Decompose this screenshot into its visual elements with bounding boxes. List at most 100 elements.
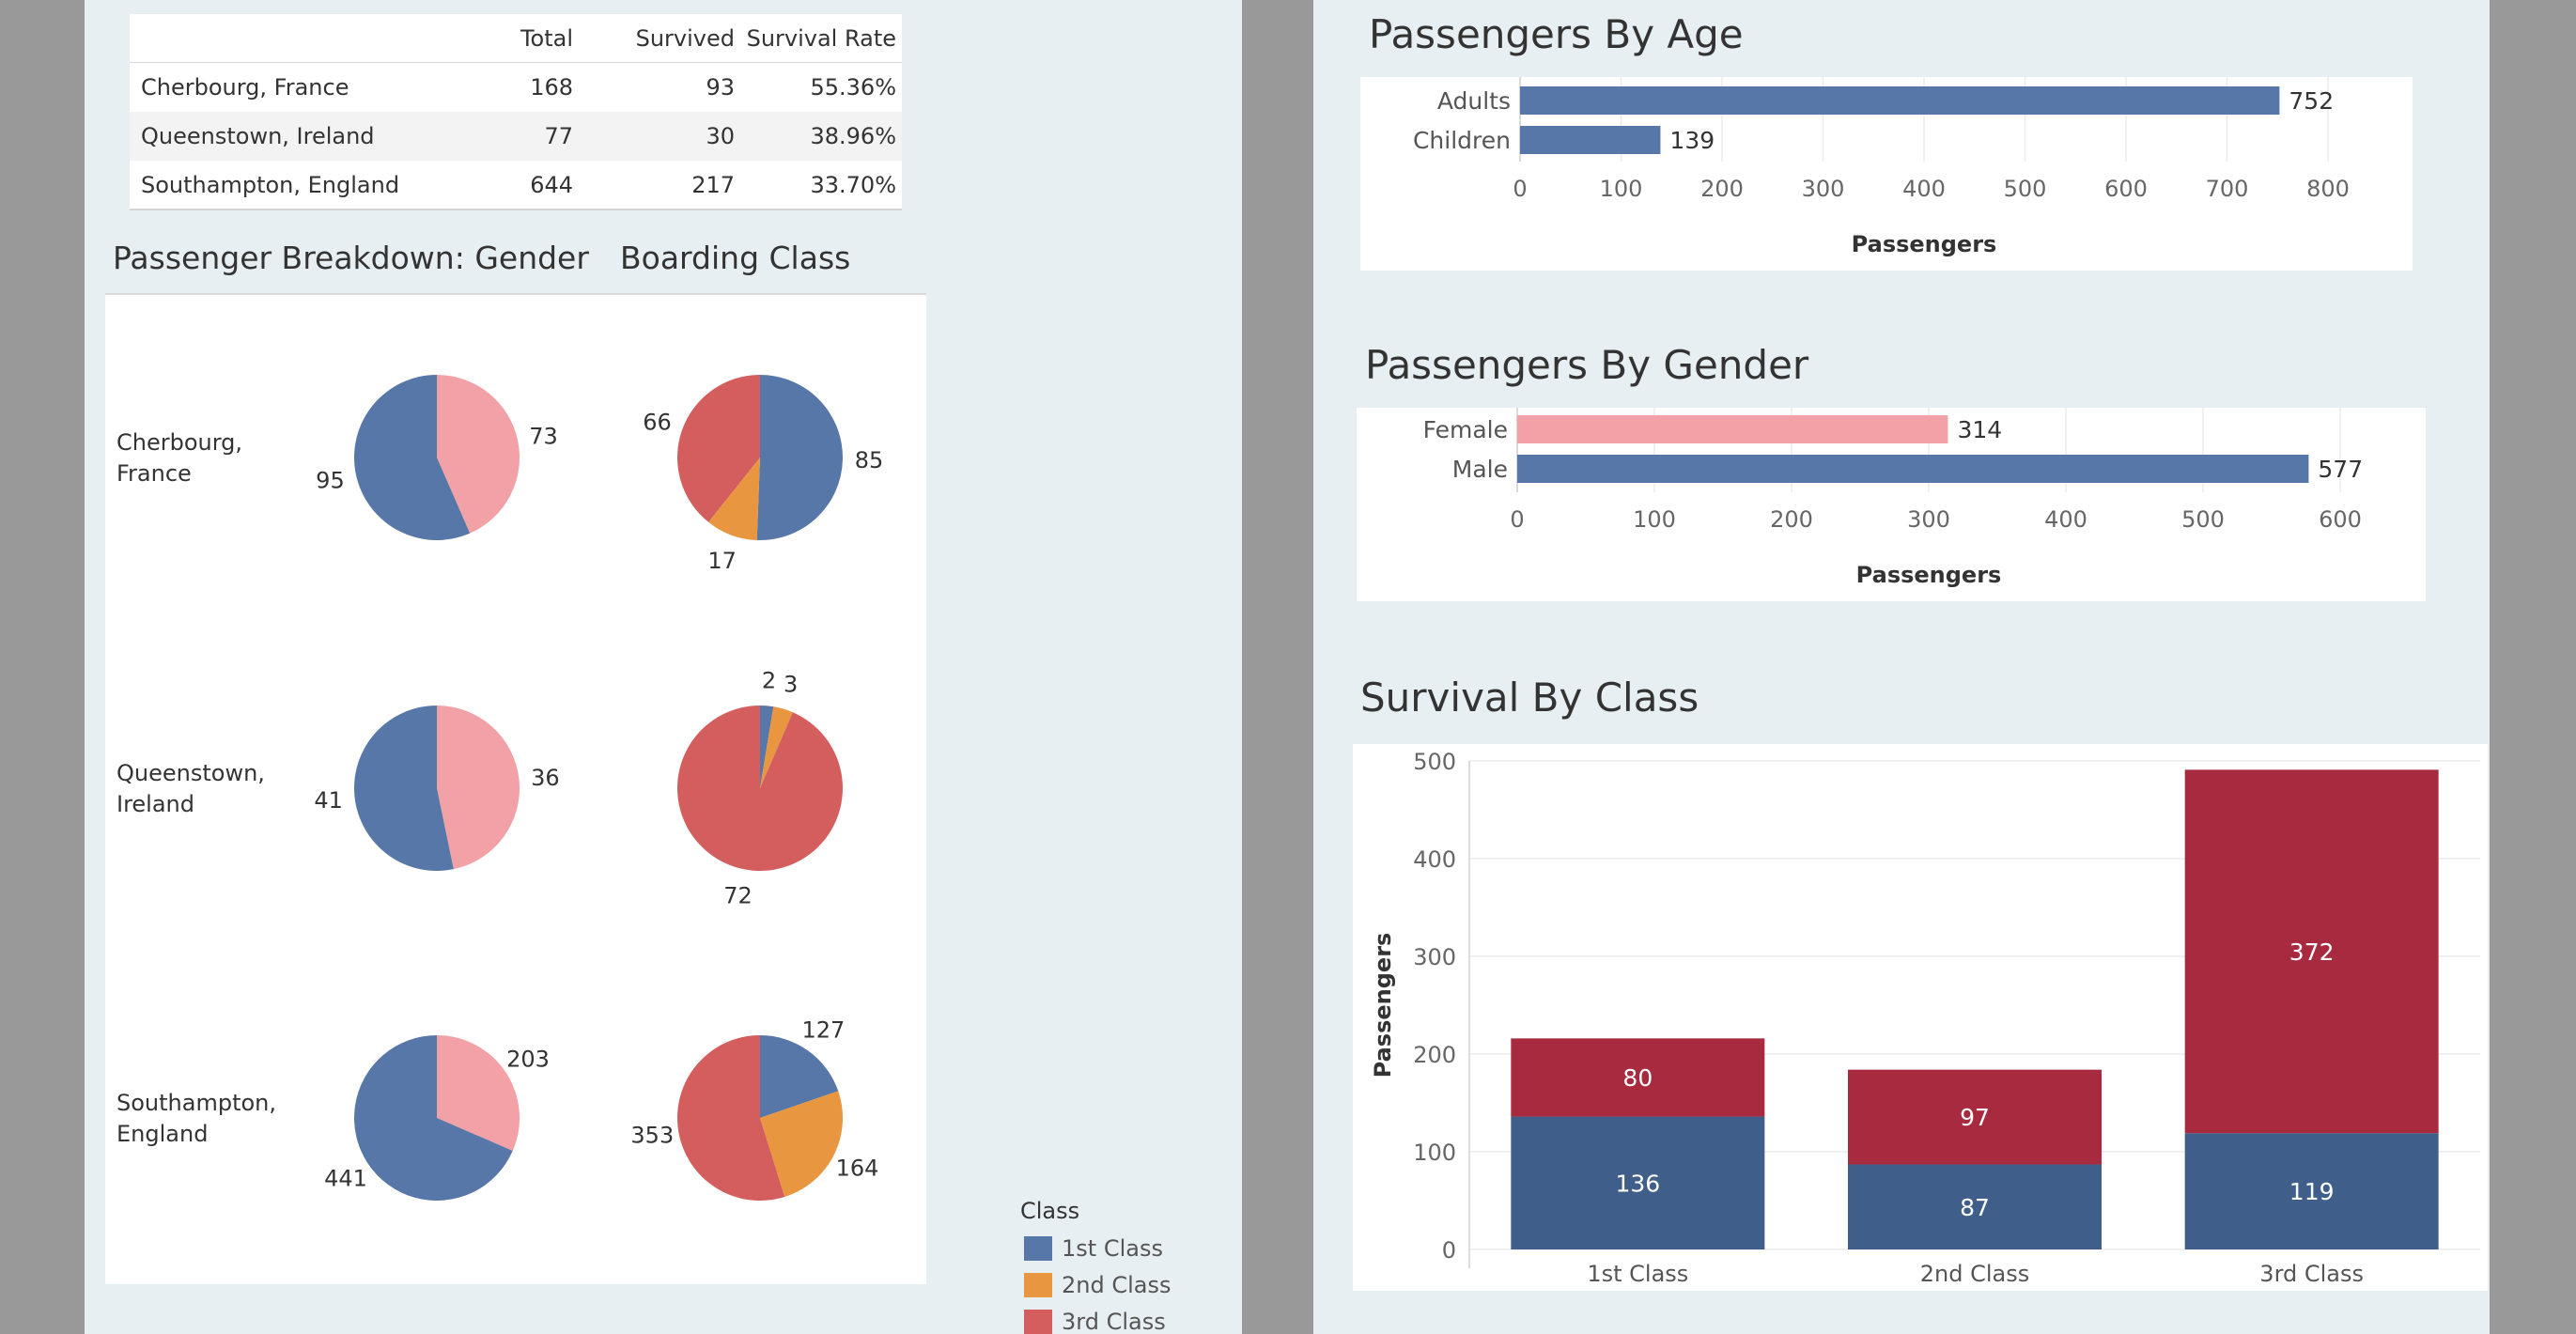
x-tick-label: 100 [1600, 176, 1643, 202]
x-category-label: 1st Class [1587, 1261, 1688, 1287]
category-label: Children [1413, 127, 1511, 154]
class-pie-slice-label: 164 [836, 1155, 879, 1181]
age-chart-card: 0 100 200 300 400 500 600 700 800 Adults 752 Childr… [1360, 77, 2413, 271]
age-chart-title: Passengers By Age [1369, 11, 1744, 57]
gender-pie-slice-label: 441 [324, 1166, 367, 1192]
gender-breakdown-title: Passenger Breakdown: Gender [113, 240, 589, 276]
data-label: 752 [2289, 87, 2334, 115]
y-tick-label: 500 [1413, 749, 1456, 775]
legend-swatch [1024, 1310, 1052, 1334]
y-tick-label: 100 [1413, 1140, 1456, 1166]
port-label: Queenstown, [116, 760, 265, 786]
x-tick-label: 600 [2319, 506, 2362, 533]
bar [1520, 86, 2280, 115]
segment-data-label: 80 [1622, 1064, 1653, 1092]
x-tick-label: 500 [2181, 506, 2225, 533]
left-panel-canvas: Total Survived Survival Rate Cherbourg, Fra… [105, 14, 1171, 1334]
x-axis-title: Passengers [1856, 562, 2002, 588]
class-pie-slice [676, 706, 843, 871]
bar [1520, 126, 1661, 154]
age-bar-chart: 0 100 200 300 400 500 600 700 800 Adults 752 Childr… [1413, 77, 2350, 257]
x-tick-label: 800 [2306, 176, 2350, 202]
class-pie-slice-label: 85 [855, 447, 884, 473]
gender-pie-slice-label: 36 [531, 765, 560, 791]
gender-pie-slice-label: 203 [506, 1046, 550, 1072]
segment-data-label: 87 [1960, 1194, 1990, 1221]
port-label: England [116, 1121, 208, 1147]
table-cell-survived: 217 [691, 172, 735, 198]
table-cell-total: 77 [544, 123, 573, 149]
y-tick-label: 300 [1413, 944, 1456, 970]
table-column-header: Survival Rate [747, 25, 896, 52]
y-tick-label: 200 [1413, 1042, 1456, 1068]
class-pie-slice-label: 72 [723, 883, 753, 909]
x-tick-label: 400 [1902, 176, 1946, 202]
x-tick-label: 300 [1802, 176, 1845, 202]
legend-swatch [1024, 1236, 1052, 1261]
data-label: 577 [2318, 456, 2363, 483]
y-axis-title: Passengers [1370, 933, 1396, 1078]
class-chart-card: 0 100 200 300 400 500 Passengers 136 80 1st Class… [1353, 744, 2488, 1291]
survival-by-class-chart: 0 100 200 300 400 500 Passengers 136 80 1st Class… [1370, 749, 2480, 1287]
class-pie-slice-label: 3 [784, 672, 798, 698]
class-pie-slice-label: 66 [643, 410, 672, 436]
table-cell-rate: 55.36% [810, 74, 896, 101]
legend-swatch [1024, 1273, 1052, 1297]
table-cell-port: Queenstown, Ireland [141, 123, 375, 149]
class-pie-slice-label: 127 [801, 1017, 845, 1044]
table-cell-rate: 38.96% [810, 123, 896, 149]
x-axis-title: Passengers [1852, 231, 1997, 257]
x-tick-label: 300 [1907, 506, 1950, 533]
gender-chart-title: Passengers By Gender [1365, 342, 1809, 388]
y-tick-label: 0 [1442, 1237, 1456, 1264]
class-pie-slice-label: 2 [762, 667, 776, 693]
legend-label: 3rd Class [1062, 1309, 1166, 1334]
x-tick-label: 0 [1510, 506, 1524, 533]
table-cell-rate: 33.70% [810, 172, 896, 198]
category-label: Female [1423, 416, 1508, 443]
bar [1517, 455, 2309, 483]
gender-pie-slice-label: 95 [316, 468, 345, 494]
port-label: Ireland [116, 791, 194, 817]
right-dashboard-panel: Passengers By Age 0 100 200 300 400 500 600 700… [1313, 0, 2490, 1334]
y-tick-label: 400 [1413, 846, 1456, 873]
x-tick-label: 100 [1633, 506, 1676, 533]
x-tick-label: 0 [1513, 176, 1527, 202]
class-pie-slice-label: 17 [707, 548, 737, 574]
gender-bar-chart: 0 100 200 300 400 500 600 Female 314 Male 577 Passe… [1423, 408, 2363, 588]
table-cell-total: 168 [530, 74, 573, 101]
segment-data-label: 372 [2289, 938, 2335, 966]
segment-data-label: 97 [1960, 1104, 1990, 1131]
legend-title: Class [1020, 1198, 1079, 1224]
x-tick-label: 200 [1700, 176, 1744, 202]
x-tick-label: 500 [2004, 176, 2047, 202]
gender-pie-slice-label: 73 [529, 423, 558, 449]
segment-data-label: 136 [1615, 1170, 1660, 1197]
legend-label: 1st Class [1062, 1235, 1163, 1262]
table-cell-survived: 30 [706, 123, 735, 149]
segment-data-label: 119 [2289, 1178, 2335, 1205]
x-tick-label: 200 [1770, 506, 1813, 533]
table-cell-survived: 93 [706, 74, 735, 101]
table-cell-port: Southampton, England [141, 172, 399, 198]
x-category-label: 3rd Class [2259, 1261, 2364, 1287]
gender-pie-slice-label: 41 [314, 787, 343, 814]
gender-chart-card: 0 100 200 300 400 500 600 Female 314 Male 577 Passe… [1357, 408, 2426, 601]
table-cell-port: Cherbourg, France [141, 74, 349, 101]
category-label: Male [1452, 456, 1508, 483]
category-label: Adults [1437, 87, 1511, 115]
data-label: 139 [1669, 127, 1715, 154]
port-label: France [116, 460, 192, 487]
data-label: 314 [1957, 416, 2002, 443]
table-column-header: Total [520, 25, 573, 52]
x-tick-label: 700 [2206, 176, 2249, 202]
boarding-class-title: Boarding Class [620, 240, 850, 276]
table-cell-total: 644 [530, 172, 573, 198]
bar [1517, 415, 1948, 443]
x-category-label: 2nd Class [1920, 1261, 2029, 1287]
table-column-header: Survived [636, 25, 735, 52]
class-pie-slice-label: 353 [630, 1122, 674, 1148]
left-dashboard-panel: Total Survived Survival Rate Cherbourg, Fra… [85, 0, 1242, 1334]
port-label: Cherbourg, [116, 429, 242, 456]
port-label: Southampton, [116, 1090, 276, 1116]
